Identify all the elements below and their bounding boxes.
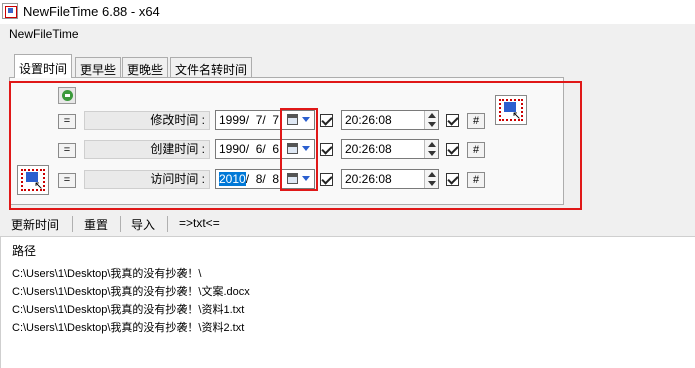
refresh-icon[interactable] xyxy=(58,87,76,104)
list-item[interactable]: C:\Users\1\Desktop\我真的没有抄袭！\文案.docx xyxy=(12,283,250,299)
chevron-down-icon xyxy=(302,117,310,122)
copy-equal-button[interactable]: = xyxy=(58,143,76,158)
access-date-rest[interactable]: / 8/ 8 xyxy=(246,172,279,186)
created-date-picker[interactable]: 1990/ 6/ 6 xyxy=(215,139,315,159)
app-icon[interactable] xyxy=(2,3,18,19)
toolbar: 更新时间 重置 导入 =>txt<= xyxy=(0,213,695,235)
access-date-year-selected[interactable]: 2010 xyxy=(219,172,246,186)
created-time-input[interactable]: 20:26:08 xyxy=(341,139,439,159)
modified-date-checkbox[interactable] xyxy=(320,114,333,127)
hash-button[interactable]: # xyxy=(467,113,485,129)
modified-date-picker[interactable]: 1999/ 7/ 7 xyxy=(215,110,315,130)
modified-time-checkbox[interactable] xyxy=(446,114,459,127)
spin-updown-icon[interactable] xyxy=(424,170,438,188)
reset-button[interactable]: 重置 xyxy=(84,216,108,233)
hash-button[interactable]: # xyxy=(467,142,485,158)
modified-time-input[interactable]: 20:26:08 xyxy=(341,110,439,130)
created-time-checkbox[interactable] xyxy=(446,143,459,156)
modified-time-label: 修改时间 : xyxy=(84,111,210,130)
txt-convert-button[interactable]: =>txt<= xyxy=(179,216,220,230)
copy-equal-button[interactable]: = xyxy=(58,173,76,188)
calendar-dropdown[interactable] xyxy=(287,113,313,127)
calendar-icon xyxy=(287,114,298,125)
modified-time-value[interactable]: 20:26:08 xyxy=(345,113,392,127)
drag-target-icon[interactable]: ↖ xyxy=(495,95,527,125)
spin-updown-icon[interactable] xyxy=(424,140,438,158)
window-title: NewFileTime 6.88 - x64 xyxy=(23,4,160,19)
import-button[interactable]: 导入 xyxy=(131,216,155,233)
created-date-checkbox[interactable] xyxy=(320,143,333,156)
access-time-input[interactable]: 20:26:08 xyxy=(341,169,439,189)
list-item[interactable]: C:\Users\1\Desktop\我真的没有抄袭！\ xyxy=(12,265,201,281)
title-bar: NewFileTime 6.88 - x64 xyxy=(0,0,695,24)
path-column-header[interactable]: 路径 xyxy=(12,242,36,259)
chevron-down-icon xyxy=(302,146,310,151)
created-time-label: 创建时间 : xyxy=(84,140,210,159)
file-list[interactable]: 路径 C:\Users\1\Desktop\我真的没有抄袭！\ C:\Users… xyxy=(0,236,695,368)
calendar-dropdown[interactable] xyxy=(287,142,313,156)
calendar-dropdown[interactable] xyxy=(287,172,313,186)
list-item[interactable]: C:\Users\1\Desktop\我真的没有抄袭！\资料2.txt xyxy=(12,319,244,335)
list-item[interactable]: C:\Users\1\Desktop\我真的没有抄袭！\资料1.txt xyxy=(12,301,244,317)
toolbar-separator xyxy=(167,216,168,232)
calendar-icon xyxy=(287,173,298,184)
menu-item-newfiletime[interactable]: NewFileTime xyxy=(9,27,79,41)
spin-updown-icon[interactable] xyxy=(424,111,438,129)
tab-earlier[interactable]: 更早些 xyxy=(75,57,122,77)
chevron-down-icon xyxy=(302,176,310,181)
created-time-value[interactable]: 20:26:08 xyxy=(345,142,392,156)
calendar-icon xyxy=(287,143,298,154)
menu-bar: NewFileTime xyxy=(0,24,695,45)
toolbar-separator xyxy=(72,216,73,232)
drag-target-icon[interactable]: ↖ xyxy=(17,165,49,195)
toolbar-separator xyxy=(120,216,121,232)
copy-equal-button[interactable]: = xyxy=(58,114,76,129)
access-time-checkbox[interactable] xyxy=(446,173,459,186)
tab-later[interactable]: 更晚些 xyxy=(122,57,169,77)
hash-button[interactable]: # xyxy=(467,172,485,188)
update-time-button[interactable]: 更新时间 xyxy=(11,216,59,233)
tab-set-time[interactable]: 设置时间 xyxy=(14,54,73,78)
access-date-checkbox[interactable] xyxy=(320,173,333,186)
created-date-value[interactable]: 1990/ 6/ 6 xyxy=(219,142,279,156)
access-time-label: 访问时间 : xyxy=(84,170,210,189)
tab-filename-to-time[interactable]: 文件名转时间 xyxy=(170,57,253,77)
access-time-value[interactable]: 20:26:08 xyxy=(345,172,392,186)
access-date-picker[interactable]: 2010/ 8/ 8 xyxy=(215,169,315,189)
modified-date-value[interactable]: 1999/ 7/ 7 xyxy=(219,113,279,127)
access-date-value[interactable]: 2010/ 8/ 8 xyxy=(219,172,279,186)
